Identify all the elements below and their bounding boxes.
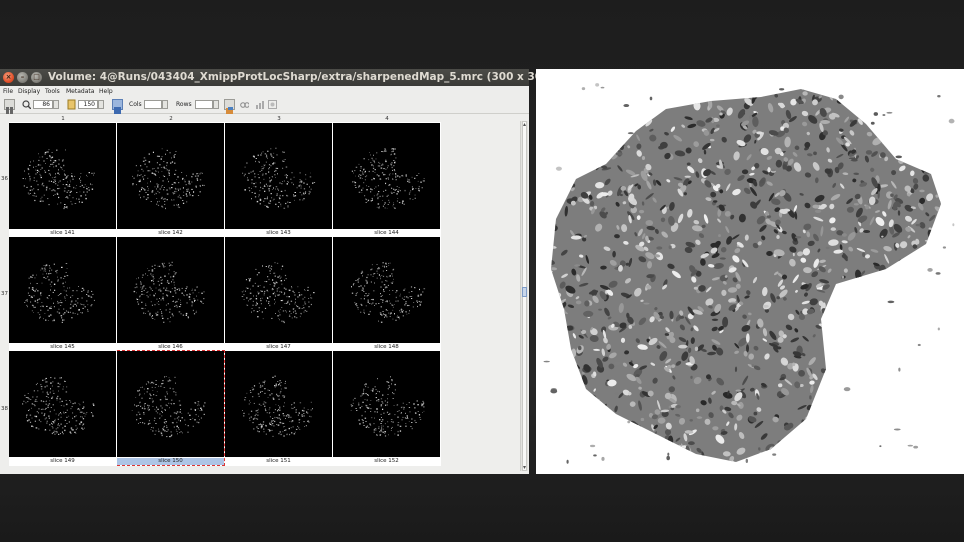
slice-image bbox=[225, 351, 332, 457]
settings-icon[interactable] bbox=[268, 100, 277, 109]
maximize-button[interactable]: □ bbox=[31, 72, 42, 83]
slice-image bbox=[333, 237, 440, 343]
rows-stepper[interactable] bbox=[213, 100, 219, 109]
scroll-down-icon[interactable]: ▾ bbox=[521, 464, 528, 471]
slice-cell[interactable]: slice 147 bbox=[225, 236, 333, 352]
zoom-field[interactable]: 86 bbox=[33, 100, 53, 109]
goto-stepper[interactable] bbox=[98, 100, 104, 109]
menu-help[interactable]: Help bbox=[99, 86, 113, 97]
zoom-icon bbox=[22, 100, 31, 109]
slice-label: slice 149 bbox=[9, 458, 116, 465]
slice-cell[interactable]: slice 146 bbox=[117, 236, 225, 352]
goto-field[interactable]: 150 bbox=[78, 100, 98, 109]
window-title: Volume: 4@Runs/043404_XmippProtLocSharp/… bbox=[48, 71, 591, 83]
slice-cell[interactable]: slice 152 bbox=[333, 350, 441, 466]
slice-cell[interactable]: slice 151 bbox=[225, 350, 333, 466]
volume-window: × – □ Volume: 4@Runs/043404_XmippProtLoc… bbox=[0, 69, 590, 474]
title-bar[interactable]: × – □ Volume: 4@Runs/043404_XmippProtLoc… bbox=[0, 69, 590, 86]
slice-image bbox=[9, 123, 116, 229]
slice-image bbox=[333, 123, 440, 229]
slice-image bbox=[117, 351, 224, 457]
cols-stepper[interactable] bbox=[162, 100, 168, 109]
minimize-icon: – bbox=[20, 73, 25, 81]
slice-label: slice 152 bbox=[333, 458, 440, 465]
slice-cell[interactable]: slice 141 bbox=[9, 122, 117, 238]
slice-cell[interactable]: slice 148 bbox=[333, 236, 441, 352]
zoom-stepper[interactable] bbox=[53, 100, 59, 109]
split-handle[interactable] bbox=[522, 287, 527, 297]
row-header: 38 bbox=[1, 406, 8, 412]
slice-cell[interactable]: slice 142 bbox=[117, 122, 225, 238]
cols-label: Cols bbox=[129, 101, 142, 108]
map-3d-viewer[interactable] bbox=[536, 69, 964, 474]
slice-cell[interactable]: slice 145 bbox=[9, 236, 117, 352]
row-header: 37 bbox=[1, 291, 8, 297]
slice-label: slice 151 bbox=[225, 458, 332, 465]
close-button[interactable]: × bbox=[3, 72, 14, 83]
slice-cell[interactable]: slice 150 bbox=[117, 350, 225, 466]
slice-image bbox=[333, 351, 440, 457]
slice-image bbox=[9, 237, 116, 343]
slice-cell[interactable]: slice 144 bbox=[333, 122, 441, 238]
menu-tools[interactable]: Tools bbox=[45, 86, 60, 97]
rows-field[interactable] bbox=[195, 100, 213, 109]
close-icon: × bbox=[5, 73, 12, 81]
slice-image bbox=[225, 237, 332, 343]
menu-file[interactable]: File bbox=[3, 86, 13, 97]
menu-bar: File Display Tools Metadata Help bbox=[0, 86, 529, 97]
table-view-button[interactable] bbox=[112, 99, 123, 114]
grid-view-button[interactable] bbox=[4, 99, 15, 114]
chart-icon[interactable] bbox=[255, 100, 264, 109]
slice-gallery: 1 2 3 4 36 37 38 slice 141 slice 142 slice… bbox=[0, 114, 529, 474]
menu-metadata[interactable]: Metadata bbox=[66, 86, 94, 97]
maximize-icon: □ bbox=[33, 73, 40, 81]
rows-label: Rows bbox=[176, 101, 192, 108]
slice-image bbox=[117, 237, 224, 343]
menu-display[interactable]: Display bbox=[18, 86, 40, 97]
slice-image bbox=[117, 123, 224, 229]
row-header: 36 bbox=[1, 176, 8, 182]
scroll-up-icon[interactable]: ▴ bbox=[521, 121, 528, 128]
slice-label: slice 150 bbox=[117, 458, 224, 465]
render-3d-button[interactable] bbox=[224, 99, 235, 114]
toolbar: 86 150 Cols Rows bbox=[0, 97, 529, 114]
isosurface-render bbox=[543, 83, 955, 464]
slice-cell[interactable]: slice 149 bbox=[9, 350, 117, 466]
slice-image bbox=[225, 123, 332, 229]
slice-image bbox=[9, 351, 116, 457]
goto-slice-icon bbox=[67, 99, 76, 110]
minimize-button[interactable]: – bbox=[17, 72, 28, 83]
find-icon[interactable] bbox=[240, 100, 249, 109]
cols-field[interactable] bbox=[144, 100, 162, 109]
slice-cell[interactable]: slice 143 bbox=[225, 122, 333, 238]
